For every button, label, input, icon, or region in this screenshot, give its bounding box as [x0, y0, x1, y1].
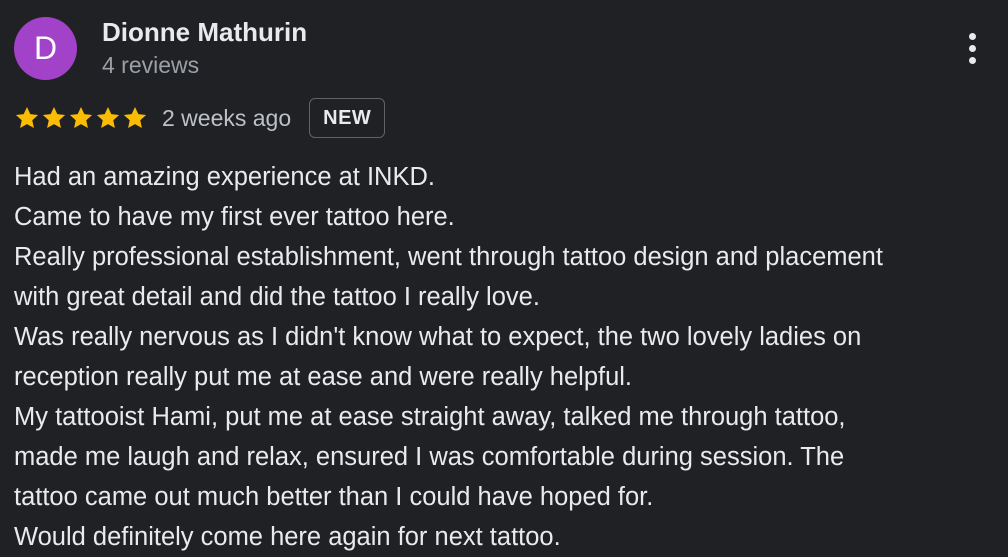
review-card: D Dionne Mathurin 4 reviews 2 weeks ago …	[0, 0, 1008, 556]
star-icon	[42, 106, 66, 128]
review-text-line: Came to have my first ever tattoo here.	[14, 203, 455, 231]
star-icon	[123, 106, 147, 128]
review-date: 2 weeks ago	[162, 104, 292, 131]
review-text-line: made me laugh and relax, ensured I was c…	[14, 443, 845, 471]
review-text-line: with great detail and did the tattoo I r…	[14, 283, 540, 311]
star-icon	[15, 106, 39, 128]
star-icon	[96, 106, 120, 128]
review-text-line: tattoo came out much better than I could…	[14, 483, 654, 511]
review-text: Had an amazing experience at INKD. Came t…	[14, 157, 1004, 557]
review-text-line: Would definitely come here again for nex…	[14, 523, 561, 551]
new-badge: NEW	[309, 98, 386, 138]
review-text-line: My tattooist Hami, put me at ease straig…	[14, 403, 846, 431]
review-text-line: Had an amazing experience at INKD.	[14, 163, 435, 191]
more-options-button[interactable]	[952, 24, 992, 72]
review-text-line: Really professional establishment, went …	[14, 243, 883, 271]
review-text-line: Was really nervous as I didn't know what…	[14, 323, 862, 351]
star-rating	[14, 105, 148, 131]
avatar-letter: D	[33, 30, 58, 66]
reviewer-name[interactable]: Dionne Mathurin	[102, 15, 307, 49]
reviewer-review-count: 4 reviews	[102, 52, 200, 78]
rating-row: 2 weeks ago NEW	[14, 97, 386, 139]
star-icon	[69, 106, 93, 128]
more-vert-icon	[968, 32, 976, 40]
avatar[interactable]: D	[14, 17, 77, 80]
review-text-line: reception really put me at ease and were…	[14, 363, 633, 391]
